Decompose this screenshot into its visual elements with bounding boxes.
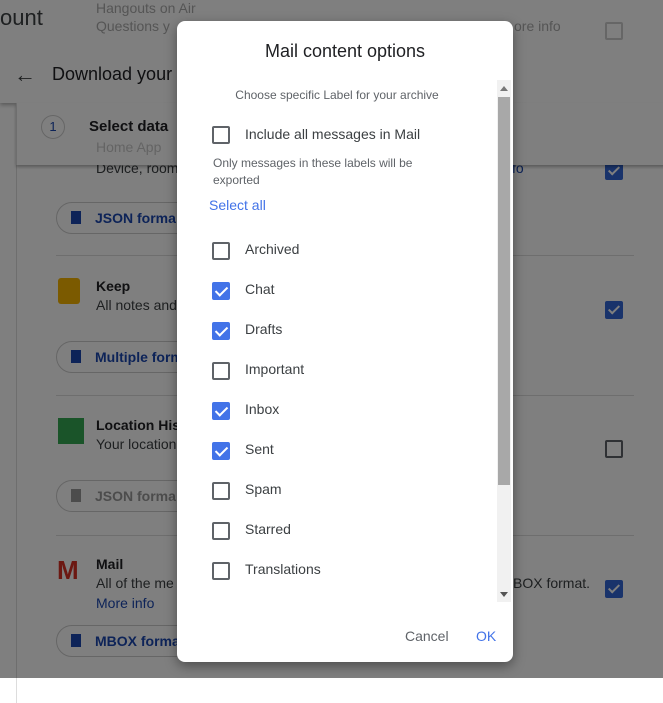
labels-note: Only messages in these labels will be ex… xyxy=(213,156,413,187)
dialog-subtitle: Choose specific Label for your archive xyxy=(235,88,439,102)
dialog-scroll-area: Choose specific Label for your archive I… xyxy=(177,80,513,602)
select-all-link[interactable]: Select all xyxy=(209,197,266,213)
label-name: Chat xyxy=(245,281,275,297)
scroll-down-arrow-icon[interactable] xyxy=(500,592,508,597)
scrollbar-thumb[interactable] xyxy=(498,97,510,485)
label-name: Sent xyxy=(245,441,274,457)
include-all-checkbox[interactable] xyxy=(212,126,230,144)
label-name: Translations xyxy=(245,561,321,577)
label-checkbox-archived[interactable] xyxy=(212,242,230,260)
label-checkbox-starred[interactable] xyxy=(212,522,230,540)
label-name: Drafts xyxy=(245,321,283,337)
label-checkbox-inbox[interactable] xyxy=(212,402,230,420)
label-checkbox-sent[interactable] xyxy=(212,442,230,460)
label-name: Spam xyxy=(245,481,282,497)
label-checkbox-translations[interactable] xyxy=(212,562,230,580)
label-checkbox-spam[interactable] xyxy=(212,482,230,500)
scroll-up-arrow-icon[interactable] xyxy=(500,86,508,91)
label-checkbox-chat[interactable] xyxy=(212,282,230,300)
ok-button[interactable]: OK xyxy=(476,628,496,644)
label-name: Starred xyxy=(245,521,291,537)
dialog-title: Mail content options xyxy=(264,41,426,61)
label-name: Important xyxy=(245,361,305,377)
mail-content-options-dialog: Mail content options Choose specific Lab… xyxy=(177,21,513,662)
cancel-button[interactable]: Cancel xyxy=(405,628,449,644)
label-checkbox-drafts[interactable] xyxy=(212,322,230,340)
label-checkbox-important[interactable] xyxy=(212,362,230,380)
label-name: Inbox xyxy=(245,401,280,417)
scrollbar[interactable] xyxy=(497,80,511,602)
include-all-label: Include all messages in Mail xyxy=(245,126,421,142)
label-name: Trash xyxy=(245,601,280,602)
label-name: Archived xyxy=(245,241,300,257)
